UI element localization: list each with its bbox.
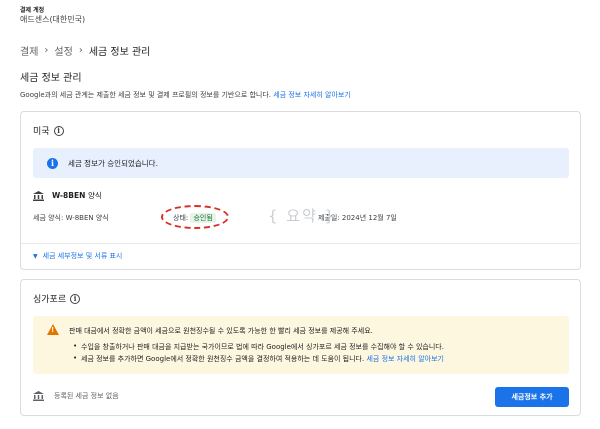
country-name: 미국 [33, 127, 50, 137]
learn-more-link[interactable]: 세금 정보 자세히 알아보기 [273, 91, 351, 99]
expand-label: 세금 세부정보 및 서류 표시 [42, 252, 123, 260]
breadcrumb-item-current: 세금 정보 관리 [88, 47, 151, 58]
sg-country-header: 싱가포르 i [33, 292, 81, 305]
no-tax-info-row: 등록된 세금 정보 없음 [33, 391, 119, 401]
bank-icon [33, 190, 44, 201]
caret-down-icon: ▼ [33, 252, 38, 260]
banner-text: 세금 정보가 승인되었습니다. [68, 158, 158, 168]
intro-text: Google과의 세금 관계는 제출한 세금 정보 및 결제 프로필의 정보를 … [20, 91, 272, 99]
us-country-header: 미국 i [33, 124, 64, 137]
info-filled-icon: i [47, 157, 58, 169]
approved-banner: i 세금 정보가 승인되었습니다. [33, 148, 569, 178]
breadcrumb: 결제 › 설정 › 세금 정보 관리 [20, 43, 150, 58]
chevron-right-icon: › [44, 45, 49, 56]
form-suffix: 양식 [88, 191, 102, 200]
sg-tax-card: 싱가포르 i ! 판매 대금에서 정확한 금액이 세금으로 원천징수될 수 있도… [20, 279, 581, 416]
add-tax-info-button[interactable]: 세금정보 추가 [495, 387, 569, 407]
show-details-toggle[interactable]: ▼ 세금 세부정보 및 서류 표시 [33, 251, 122, 261]
warning-banner: ! 판매 대금에서 정확한 금액이 세금으로 원천징수될 수 있도록 가능한 한… [33, 316, 569, 374]
warning-main-text: 판매 대금에서 정확한 금액이 세금으로 원천징수될 수 있도록 가능한 한 빨… [69, 327, 373, 335]
no-tax-info-text: 등록된 세금 정보 없음 [54, 392, 119, 400]
highlight-oval [161, 205, 229, 229]
page-title: 세금 정보 관리 [20, 73, 82, 84]
chevron-right-icon: › [78, 45, 83, 56]
form-header: W-8BEN 양식 [33, 190, 102, 201]
breadcrumb-item-settings[interactable]: 설정 [54, 43, 72, 58]
tax-learn-more-link[interactable]: 세금 정보 자세히 알아보기 [366, 355, 444, 363]
bank-icon [33, 391, 44, 401]
form-name: W-8BEN [52, 191, 86, 200]
warning-bullet-2: • 세금 정보를 추가하면 Google에서 정확한 원천징수 금액을 결정하여… [73, 354, 444, 363]
country-name: 싱가포르 [33, 295, 67, 305]
info-icon[interactable]: i [70, 293, 81, 304]
watermark-text: { 요약 } [268, 207, 337, 225]
page-intro: Google과의 세금 관계는 제출한 세금 정보 및 결제 프로필의 정보를 … [20, 90, 351, 100]
account-name: 애드센스(대한민국) [20, 15, 86, 24]
account-label: 결제 계정 [20, 7, 45, 14]
info-icon[interactable]: i [53, 125, 64, 136]
us-tax-card: 미국 i i 세금 정보가 승인되었습니다. W-8BEN 양식 세금 양식: … [20, 111, 581, 270]
detail-form: 세금 양식: W-8BEN 양식 [33, 214, 109, 222]
divider [21, 243, 580, 244]
warning-bullet-1: • 수입을 창출하거나 판매 대금을 지급받는 국가이므로 법에 따라 Goog… [73, 342, 444, 351]
breadcrumb-item-billing[interactable]: 결제 [20, 43, 38, 58]
